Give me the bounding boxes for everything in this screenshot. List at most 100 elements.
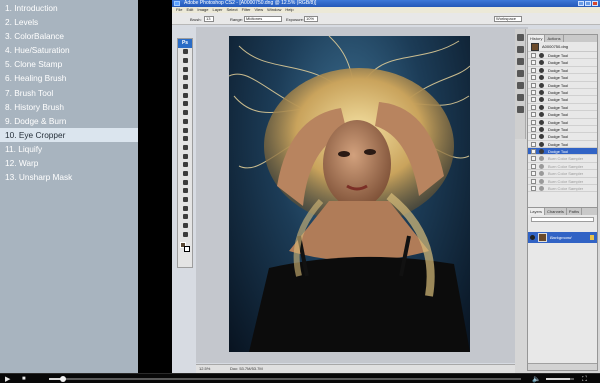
eye-icon[interactable] — [530, 235, 535, 240]
path-select-icon[interactable] — [178, 170, 192, 179]
layer-row[interactable]: Background — [528, 232, 597, 243]
lesson-item[interactable]: 11. Liquify — [0, 142, 138, 156]
lesson-item[interactable]: 9. Dodge & Burn — [0, 114, 138, 128]
zoom-tool-icon[interactable] — [178, 230, 192, 240]
lesson-item[interactable]: 12. Warp — [0, 156, 138, 170]
lesson-item[interactable]: 10. Eye Cropper — [0, 127, 138, 142]
history-brush-icon[interactable] — [178, 126, 192, 135]
blur-tool-icon[interactable] — [178, 152, 192, 161]
progress-bar[interactable] — [49, 376, 521, 382]
history-step[interactable]: Dodge Tool — [528, 82, 597, 89]
range-select[interactable]: Midtones — [244, 16, 282, 22]
volume-icon[interactable]: 🔈 — [532, 376, 541, 383]
hand-tool-icon[interactable] — [178, 222, 192, 231]
panel-tab[interactable]: Channels — [545, 208, 567, 215]
crop-tool-icon[interactable] — [178, 83, 192, 92]
brushes-icon[interactable] — [516, 94, 524, 101]
progress-handle[interactable] — [60, 376, 67, 382]
lesson-item[interactable]: 2. Levels — [0, 15, 138, 29]
history-brush-source-checkbox[interactable] — [531, 119, 536, 125]
exposure-field[interactable]: 10% — [304, 16, 318, 22]
history-brush-source-checkbox[interactable] — [531, 163, 536, 169]
history-brush-source-checkbox[interactable] — [531, 156, 536, 162]
photo-canvas[interactable] — [229, 36, 470, 352]
brush-size-field[interactable]: 13 — [204, 16, 214, 22]
fullscreen-icon[interactable]: ⛶ — [582, 376, 587, 383]
lesson-item[interactable]: 8. History Brush — [0, 100, 138, 114]
history-step[interactable]: Dodge Tool — [528, 104, 597, 112]
history-brush-source-checkbox[interactable] — [531, 89, 536, 95]
background-color[interactable] — [184, 246, 190, 253]
history-step[interactable]: Dodge Tool — [528, 74, 597, 82]
lesson-item[interactable]: 6. Healing Brush — [0, 71, 138, 85]
lesson-item[interactable]: 1. Introduction — [0, 1, 138, 15]
history-step[interactable]: Dodge Tool — [528, 111, 597, 119]
healing-brush-icon[interactable] — [178, 100, 192, 109]
dodge-tool-icon[interactable] — [178, 161, 192, 170]
gradient-tool-icon[interactable] — [178, 144, 192, 153]
history-snapshot[interactable]: A0000750.dng — [528, 42, 597, 52]
volume-slider[interactable] — [546, 377, 574, 381]
shape-tool-icon[interactable] — [178, 196, 192, 205]
history-step[interactable]: Dodge Tool — [528, 89, 597, 97]
minimize-button[interactable] — [578, 1, 584, 6]
brush-tool-icon[interactable] — [178, 109, 192, 118]
swatches-icon[interactable] — [516, 70, 524, 77]
eyedropper-icon[interactable] — [178, 213, 192, 222]
tool-presets-icon[interactable] — [516, 106, 524, 113]
history-step[interactable]: Dodge Tool — [528, 133, 597, 141]
lesson-item[interactable]: 5. Clone Stamp — [0, 57, 138, 71]
history-step[interactable]: Dodge Tool — [528, 119, 597, 126]
type-tool-icon[interactable] — [178, 178, 192, 187]
maximize-button[interactable] — [585, 1, 591, 6]
history-step[interactable]: Dodge Tool — [528, 126, 597, 134]
navigator-icon[interactable] — [516, 34, 524, 41]
history-step[interactable]: Dodge Tool — [528, 141, 597, 149]
styles-icon[interactable] — [516, 82, 524, 89]
stop-icon[interactable]: ■ — [22, 376, 26, 383]
history-brush-source-checkbox[interactable] — [531, 171, 536, 177]
zoom-level[interactable]: 12.5% — [199, 365, 210, 373]
notes-tool-icon[interactable] — [178, 204, 192, 214]
history-step[interactable]: Dodge Tool — [528, 148, 597, 156]
lesson-item[interactable]: 3. ColorBalance — [0, 29, 138, 43]
panel-tab[interactable]: History — [528, 35, 546, 42]
history-brush-source-checkbox[interactable] — [531, 75, 536, 81]
history-step[interactable]: Burn Color Sampler — [528, 163, 597, 171]
color-swatches[interactable] — [180, 242, 190, 253]
history-brush-source-checkbox[interactable] — [531, 134, 536, 140]
history-step[interactable]: Burn Color Sampler — [528, 155, 597, 163]
history-brush-source-checkbox[interactable] — [531, 67, 536, 73]
workspace-select[interactable]: Workspace — [494, 16, 522, 22]
history-brush-source-checkbox[interactable] — [531, 178, 536, 184]
history-step[interactable]: Burn Color Sampler — [528, 185, 597, 193]
lesson-item[interactable]: 4. Hue/Saturation — [0, 43, 138, 57]
close-button[interactable] — [592, 1, 598, 6]
history-brush-source-checkbox[interactable] — [531, 112, 536, 118]
history-brush-source-checkbox[interactable] — [531, 82, 536, 88]
history-brush-source-checkbox[interactable] — [531, 141, 536, 147]
magic-wand-icon[interactable] — [178, 74, 192, 83]
move-tool-icon[interactable] — [178, 48, 192, 57]
eraser-tool-icon[interactable] — [178, 135, 192, 144]
lesson-item[interactable]: 13. Unsharp Mask — [0, 170, 138, 184]
history-brush-source-checkbox[interactable] — [531, 97, 536, 103]
history-brush-source-checkbox[interactable] — [531, 53, 536, 58]
history-step[interactable]: Dodge Tool — [528, 96, 597, 104]
history-step[interactable]: Dodge Tool — [528, 59, 597, 67]
history-brush-source-checkbox[interactable] — [531, 104, 536, 110]
history-brush-source-checkbox[interactable] — [531, 126, 536, 132]
blend-mode-select[interactable] — [531, 217, 594, 222]
lasso-tool-icon[interactable] — [178, 65, 192, 75]
pen-tool-icon[interactable] — [178, 187, 192, 196]
history-brush-source-checkbox[interactable] — [531, 149, 536, 155]
slice-tool-icon[interactable] — [178, 91, 192, 101]
info-icon[interactable] — [516, 46, 524, 53]
history-step[interactable]: Dodge Tool — [528, 52, 597, 60]
panel-tab[interactable]: Layers — [528, 208, 546, 215]
color-icon[interactable] — [516, 58, 524, 65]
panel-tab[interactable]: Paths — [567, 208, 583, 215]
history-step[interactable]: Dodge Tool — [528, 67, 597, 75]
history-step[interactable]: Burn Color Sampler — [528, 178, 597, 186]
history-brush-source-checkbox[interactable] — [531, 60, 536, 66]
